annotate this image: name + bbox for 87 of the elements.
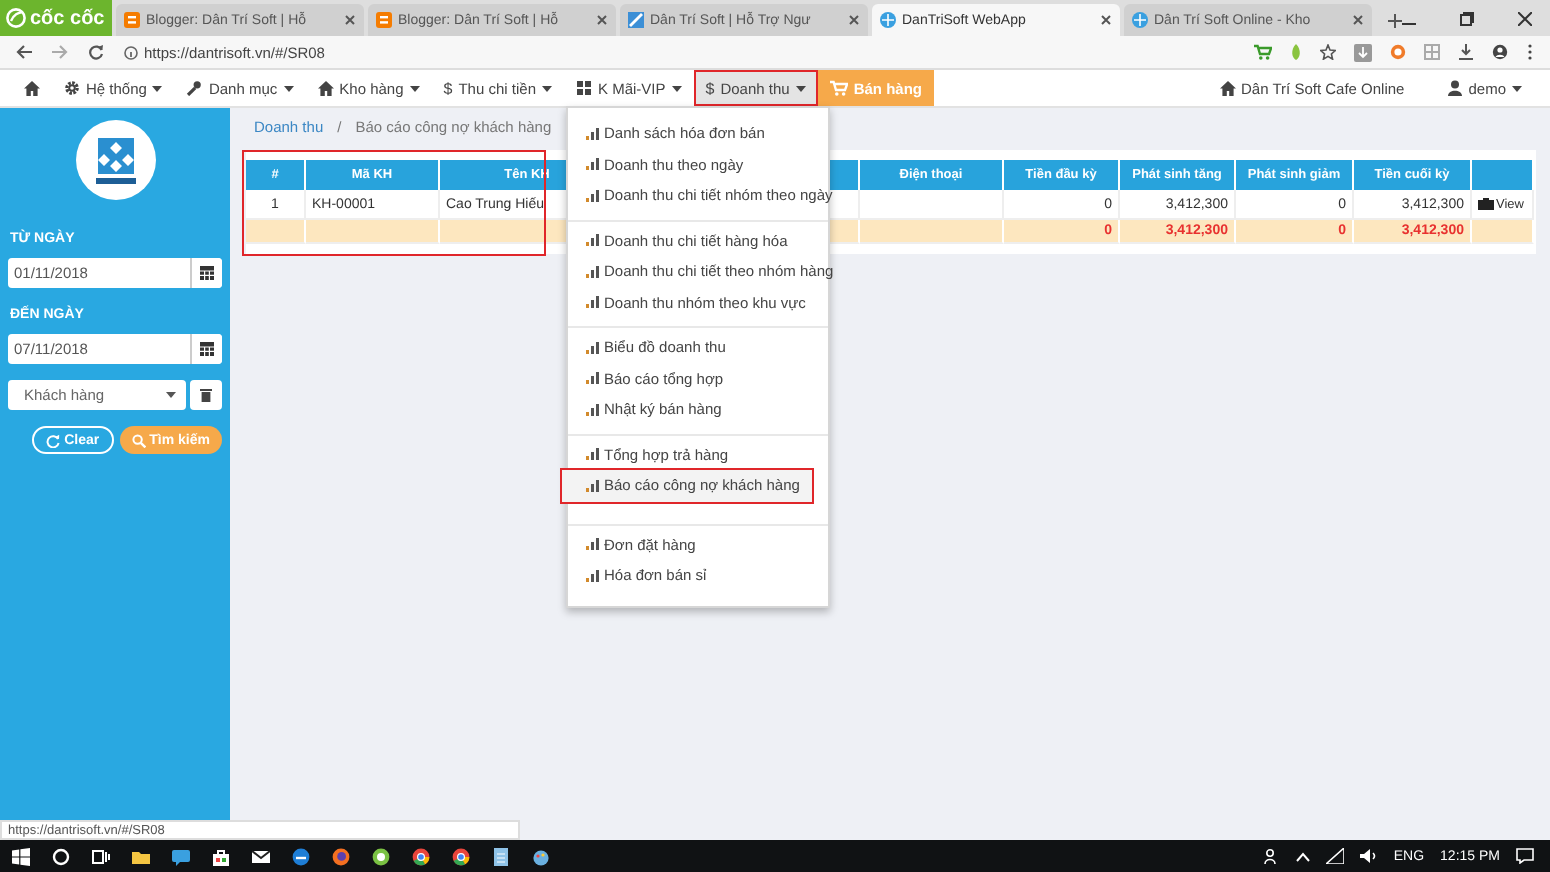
search-icon [131,433,146,447]
network-icon[interactable] [1325,848,1344,864]
new-tab-icon[interactable] [1388,14,1402,28]
bag-icon[interactable] [212,847,230,865]
calendar-button[interactable] [190,258,222,288]
extension-icon[interactable] [1390,44,1406,60]
bar-chart-icon [586,479,600,492]
home-icon [317,80,334,96]
people-icon[interactable] [1263,848,1280,864]
gear-icon [64,80,80,96]
close-icon[interactable] [848,14,860,26]
calendar-icon [200,342,214,356]
browser-icon[interactable] [372,847,390,865]
close-icon[interactable] [1518,11,1532,25]
task-view-icon[interactable] [92,847,110,865]
total-cell [860,220,1004,244]
caret-icon [542,85,552,91]
dollar-icon: $ [705,79,715,97]
trash-icon [200,388,212,402]
bar-chart-icon [586,158,600,171]
restore-icon[interactable] [1460,11,1474,25]
notification-icon[interactable] [1516,848,1534,864]
bar-chart-icon [586,372,600,385]
calendar-icon [200,266,214,280]
grid-icon [576,80,592,96]
chat-icon[interactable] [172,847,190,865]
search-icon[interactable] [52,847,70,865]
caret-icon [671,85,682,91]
caret-icon [283,85,294,91]
notepad-icon[interactable] [492,847,510,865]
caret-icon [166,392,176,398]
close-icon[interactable] [596,14,608,26]
bar-chart-icon [586,234,600,247]
bar-chart-icon [586,538,600,551]
caret-icon [795,85,806,91]
close-icon[interactable] [344,14,356,26]
chrome-icon[interactable] [452,847,470,865]
user-icon [1448,80,1463,96]
blogger-favicon-icon [376,12,392,28]
calendar-button[interactable] [190,334,222,364]
caret-icon [1512,85,1522,91]
dollar-icon: $ [443,79,453,97]
wrench-icon [186,80,203,96]
star-icon[interactable] [1320,44,1336,60]
folder-icon[interactable] [132,847,150,865]
reload-icon[interactable] [88,44,104,60]
total-cell [306,220,440,244]
home-icon [1219,80,1236,96]
download-icon[interactable] [1458,44,1474,60]
back-arrow-icon[interactable] [16,44,32,60]
home-icon [24,80,40,96]
brand-name: cốc cốc [30,7,105,29]
firefox-icon[interactable] [332,847,350,865]
site-favicon-icon [1132,12,1148,28]
site-favicon-icon [880,12,896,28]
camera-icon [1478,198,1494,210]
account-icon[interactable] [1492,44,1508,60]
leaf-logo-icon [6,8,26,28]
bar-chart-icon [586,296,600,309]
volume-icon[interactable] [1359,848,1378,864]
delete-button[interactable] [190,380,222,410]
download-box-icon[interactable] [1354,43,1372,61]
chrome-icon[interactable] [412,847,430,865]
cart-icon[interactable] [1254,44,1272,60]
bar-chart-icon [586,448,600,461]
refresh-icon [46,433,61,447]
bar-chart-icon [586,189,600,202]
close-icon[interactable] [1352,14,1364,26]
close-icon[interactable] [1100,14,1112,26]
bar-chart-icon [586,341,600,354]
paint-icon[interactable] [532,847,550,865]
caret-icon [409,85,420,91]
company-logo-drawing [75,120,155,200]
caret-icon [152,85,163,91]
cart-icon [829,80,848,96]
start-icon[interactable] [12,847,30,865]
bar-chart-icon [586,265,600,278]
bar-chart-icon [586,569,600,582]
blogger-favicon-icon [124,12,140,28]
mail-icon[interactable] [252,847,270,865]
site-favicon-icon [628,12,644,28]
menu-icon[interactable] [1526,44,1534,60]
chevron-up-icon[interactable] [1295,851,1310,861]
info-icon [124,45,138,59]
bar-chart-icon [586,127,600,140]
bar-chart-icon [586,403,600,416]
edge-icon[interactable] [292,847,310,865]
